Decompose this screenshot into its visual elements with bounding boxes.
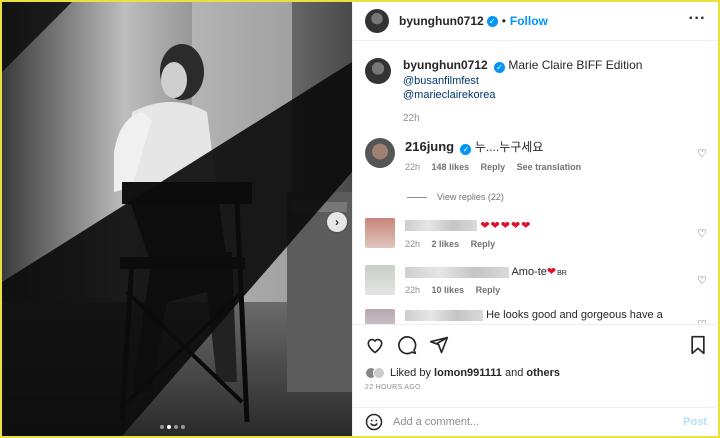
see-translation-button[interactable]: See translation [517, 162, 582, 172]
liked-by-others[interactable]: others [526, 367, 560, 379]
comments-list[interactable]: byunghun0712 ✓ Marie Claire BIFF Edition… [353, 42, 719, 324]
divider-line [407, 196, 427, 198]
like-comment-heart-icon[interactable]: ♡ [697, 227, 707, 240]
view-replies-button[interactable]: View replies (22) [407, 192, 707, 202]
carousel-dot [160, 425, 164, 429]
more-horizontal-icon[interactable]: ··· [689, 11, 706, 27]
comment-likes[interactable]: 10 likes [432, 285, 465, 295]
verified-badge-icon: ✓ [460, 144, 472, 155]
carousel-indicator [160, 425, 185, 429]
avatar[interactable] [365, 265, 395, 295]
reply-button[interactable]: Reply [481, 162, 506, 172]
follow-button[interactable]: Follow [510, 14, 548, 28]
post-caption: byunghun0712 ✓ Marie Claire BIFF Edition… [365, 58, 707, 124]
comment-likes[interactable]: 2 likes [432, 239, 460, 249]
liked-by-prefix: Liked by [390, 367, 431, 379]
heart-emoji-icon: ❤ [546, 266, 558, 278]
liked-by-user[interactable]: lomon991111 [434, 367, 502, 379]
like-heart-icon[interactable] [365, 335, 385, 355]
comment-time[interactable]: 22h [405, 239, 420, 249]
comment-icon[interactable] [397, 335, 417, 355]
comment-text: 누....누구세요 [474, 140, 544, 154]
like-comment-heart-icon[interactable]: ♡ [697, 147, 707, 160]
verified-badge-icon: ✓ [494, 62, 506, 73]
verified-badge-icon: ✓ [486, 15, 498, 27]
view-replies-label: View replies (22) [437, 192, 504, 202]
comment-item: He looks good and gorgeous have a ♡ [365, 309, 707, 324]
redacted-username [405, 309, 483, 321]
comment-time[interactable]: 22h [405, 285, 420, 295]
like-comment-heart-icon[interactable]: ♡ [697, 274, 707, 287]
carousel-dot-active [167, 425, 171, 429]
post-photo[interactable]: › [2, 2, 352, 436]
carousel-dot [174, 425, 178, 429]
mention-link[interactable]: @marieclairekorea [403, 89, 642, 101]
bookmark-icon[interactable] [689, 335, 707, 355]
post-side-panel: byunghun0712 ✓ • Follow ··· byunghun0712… [352, 2, 719, 436]
comment-item: 216jung ✓ 누....누구세요 22h 148 likes Reply … [365, 138, 707, 172]
post-header: byunghun0712 ✓ • Follow ··· [353, 2, 718, 41]
avatar[interactable] [365, 138, 395, 168]
post-time-ago[interactable]: 22 HOURS AGO [365, 384, 707, 391]
liked-by-and: and [505, 367, 524, 379]
header-username[interactable]: byunghun0712 [399, 14, 484, 28]
caption-text: Marie Claire BIFF Edition [508, 58, 643, 72]
liked-by: Liked by lomon991111 and others [365, 367, 707, 379]
avatar[interactable] [365, 58, 391, 84]
emoji-icon[interactable] [365, 413, 383, 431]
comment-likes[interactable]: 148 likes [432, 162, 470, 172]
reply-button[interactable]: Reply [471, 239, 496, 249]
avatar[interactable] [365, 309, 395, 324]
flag-label: BR [557, 270, 567, 277]
comment-text: Amo-te [511, 266, 547, 278]
comment-text: ❤❤❤❤❤ [480, 220, 532, 232]
share-icon[interactable] [429, 335, 449, 355]
comment-item: ❤❤❤❤❤ 22h 2 likes Reply ♡ [365, 218, 707, 249]
post-actions: Liked by lomon991111 and others 22 HOURS… [353, 324, 719, 416]
photo-illustration [2, 2, 352, 436]
comment-username[interactable]: 216jung [405, 139, 454, 154]
redacted-username [405, 266, 509, 278]
avatar[interactable] [365, 218, 395, 248]
avatar[interactable] [365, 9, 389, 33]
redacted-username [405, 220, 477, 232]
comment-item: Amo-te❤BR 22h 10 likes Reply ♡ [365, 265, 707, 295]
next-photo-button[interactable]: › [327, 212, 347, 232]
add-comment-bar: Add a comment... Post [353, 407, 719, 436]
comment-text: He looks good and gorgeous have a [486, 309, 663, 321]
caption-username[interactable]: byunghun0712 [403, 58, 488, 72]
post-comment-button[interactable]: Post [683, 416, 707, 428]
comment-input[interactable]: Add a comment... [393, 416, 683, 428]
mention-link[interactable]: @busanfilmfest [403, 75, 642, 87]
reply-button[interactable]: Reply [476, 285, 501, 295]
separator-dot: • [501, 14, 506, 28]
caption-time[interactable]: 22h [403, 113, 642, 124]
carousel-dot [181, 425, 185, 429]
comment-time[interactable]: 22h [405, 162, 420, 172]
avatar [373, 367, 385, 379]
